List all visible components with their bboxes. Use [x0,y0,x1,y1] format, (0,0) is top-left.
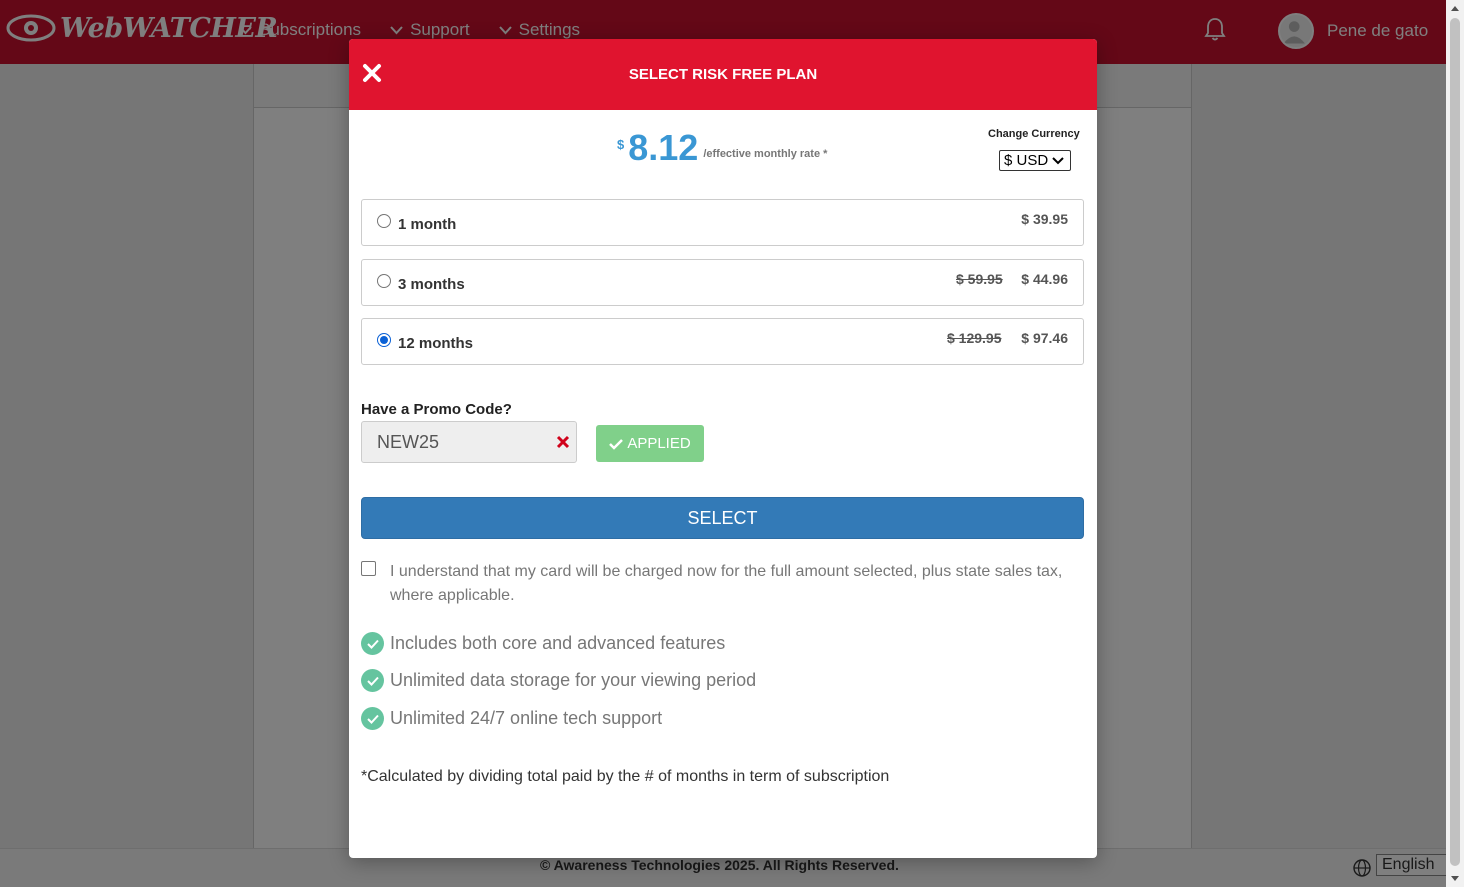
currency-label: Change Currency [988,128,1080,140]
modal-header: SELECT RISK FREE PLAN [349,39,1097,110]
rate-value: 8.12 [628,127,699,168]
rate-note: /effective monthly rate * [703,148,828,160]
applied-button[interactable]: APPLIED [596,425,704,462]
checkmark-icon [609,438,624,450]
check-circle-icon [361,707,384,730]
agree-text: I understand that my card will be charge… [390,563,1063,604]
plan-option-3-months[interactable]: 3 months $ 59.95 $ 44.96 [361,259,1084,306]
promo-label: Have a Promo Code? [361,401,512,418]
feature-item: Includes both core and advanced features [361,632,725,655]
check-circle-icon [361,632,384,655]
clear-x-icon[interactable] [556,435,570,449]
rate-currency: $ [617,137,625,152]
feature-item: Unlimited 24/7 online tech support [361,707,662,730]
currency-value: $ USD [1004,152,1049,169]
plan-price: $ 44.96 [1021,271,1068,287]
scrollbar-thumb[interactable] [1450,18,1460,866]
plan-radio[interactable] [377,333,391,347]
plan-radio[interactable] [377,274,391,288]
plan-radio[interactable] [377,214,391,228]
scroll-down-icon[interactable] [1450,873,1460,883]
currency-select[interactable]: $ USD [999,150,1071,171]
check-circle-icon [361,669,384,692]
plan-label: 1 month [398,216,457,233]
select-button[interactable]: SELECT [361,497,1084,539]
select-plan-modal: SELECT RISK FREE PLAN $ 8.12 /effective … [349,39,1097,858]
feature-text: Unlimited 24/7 online tech support [390,708,663,728]
feature-text: Unlimited data storage for your viewing … [390,670,757,690]
promo-code-input[interactable]: NEW25 [361,421,577,463]
plan-label: 12 months [398,335,474,352]
plan-label: 3 months [398,276,465,293]
plan-price: $ 39.95 [1021,211,1068,227]
feature-text: Includes both core and advanced features [390,633,726,653]
modal-title: SELECT RISK FREE PLAN [628,66,818,83]
page-scrollbar[interactable] [1446,0,1464,887]
plan-option-12-months[interactable]: 12 months $ 129.95 $ 97.46 [361,318,1084,365]
plan-old-price: $ 129.95 [947,330,1002,346]
plan-old-price: $ 59.95 [956,271,1003,287]
agree-checkbox[interactable] [361,561,376,576]
plan-option-1-month[interactable]: 1 month $ 39.95 [361,199,1084,246]
chevron-down-icon [1052,156,1064,164]
footnote: *Calculated by dividing total paid by th… [361,768,890,785]
applied-label: APPLIED [627,435,691,452]
feature-item: Unlimited data storage for your viewing … [361,669,756,692]
plan-price: $ 97.46 [1021,330,1068,346]
effective-rate: $ 8.12 /effective monthly rate * [617,127,827,169]
scroll-up-icon[interactable] [1450,4,1460,14]
